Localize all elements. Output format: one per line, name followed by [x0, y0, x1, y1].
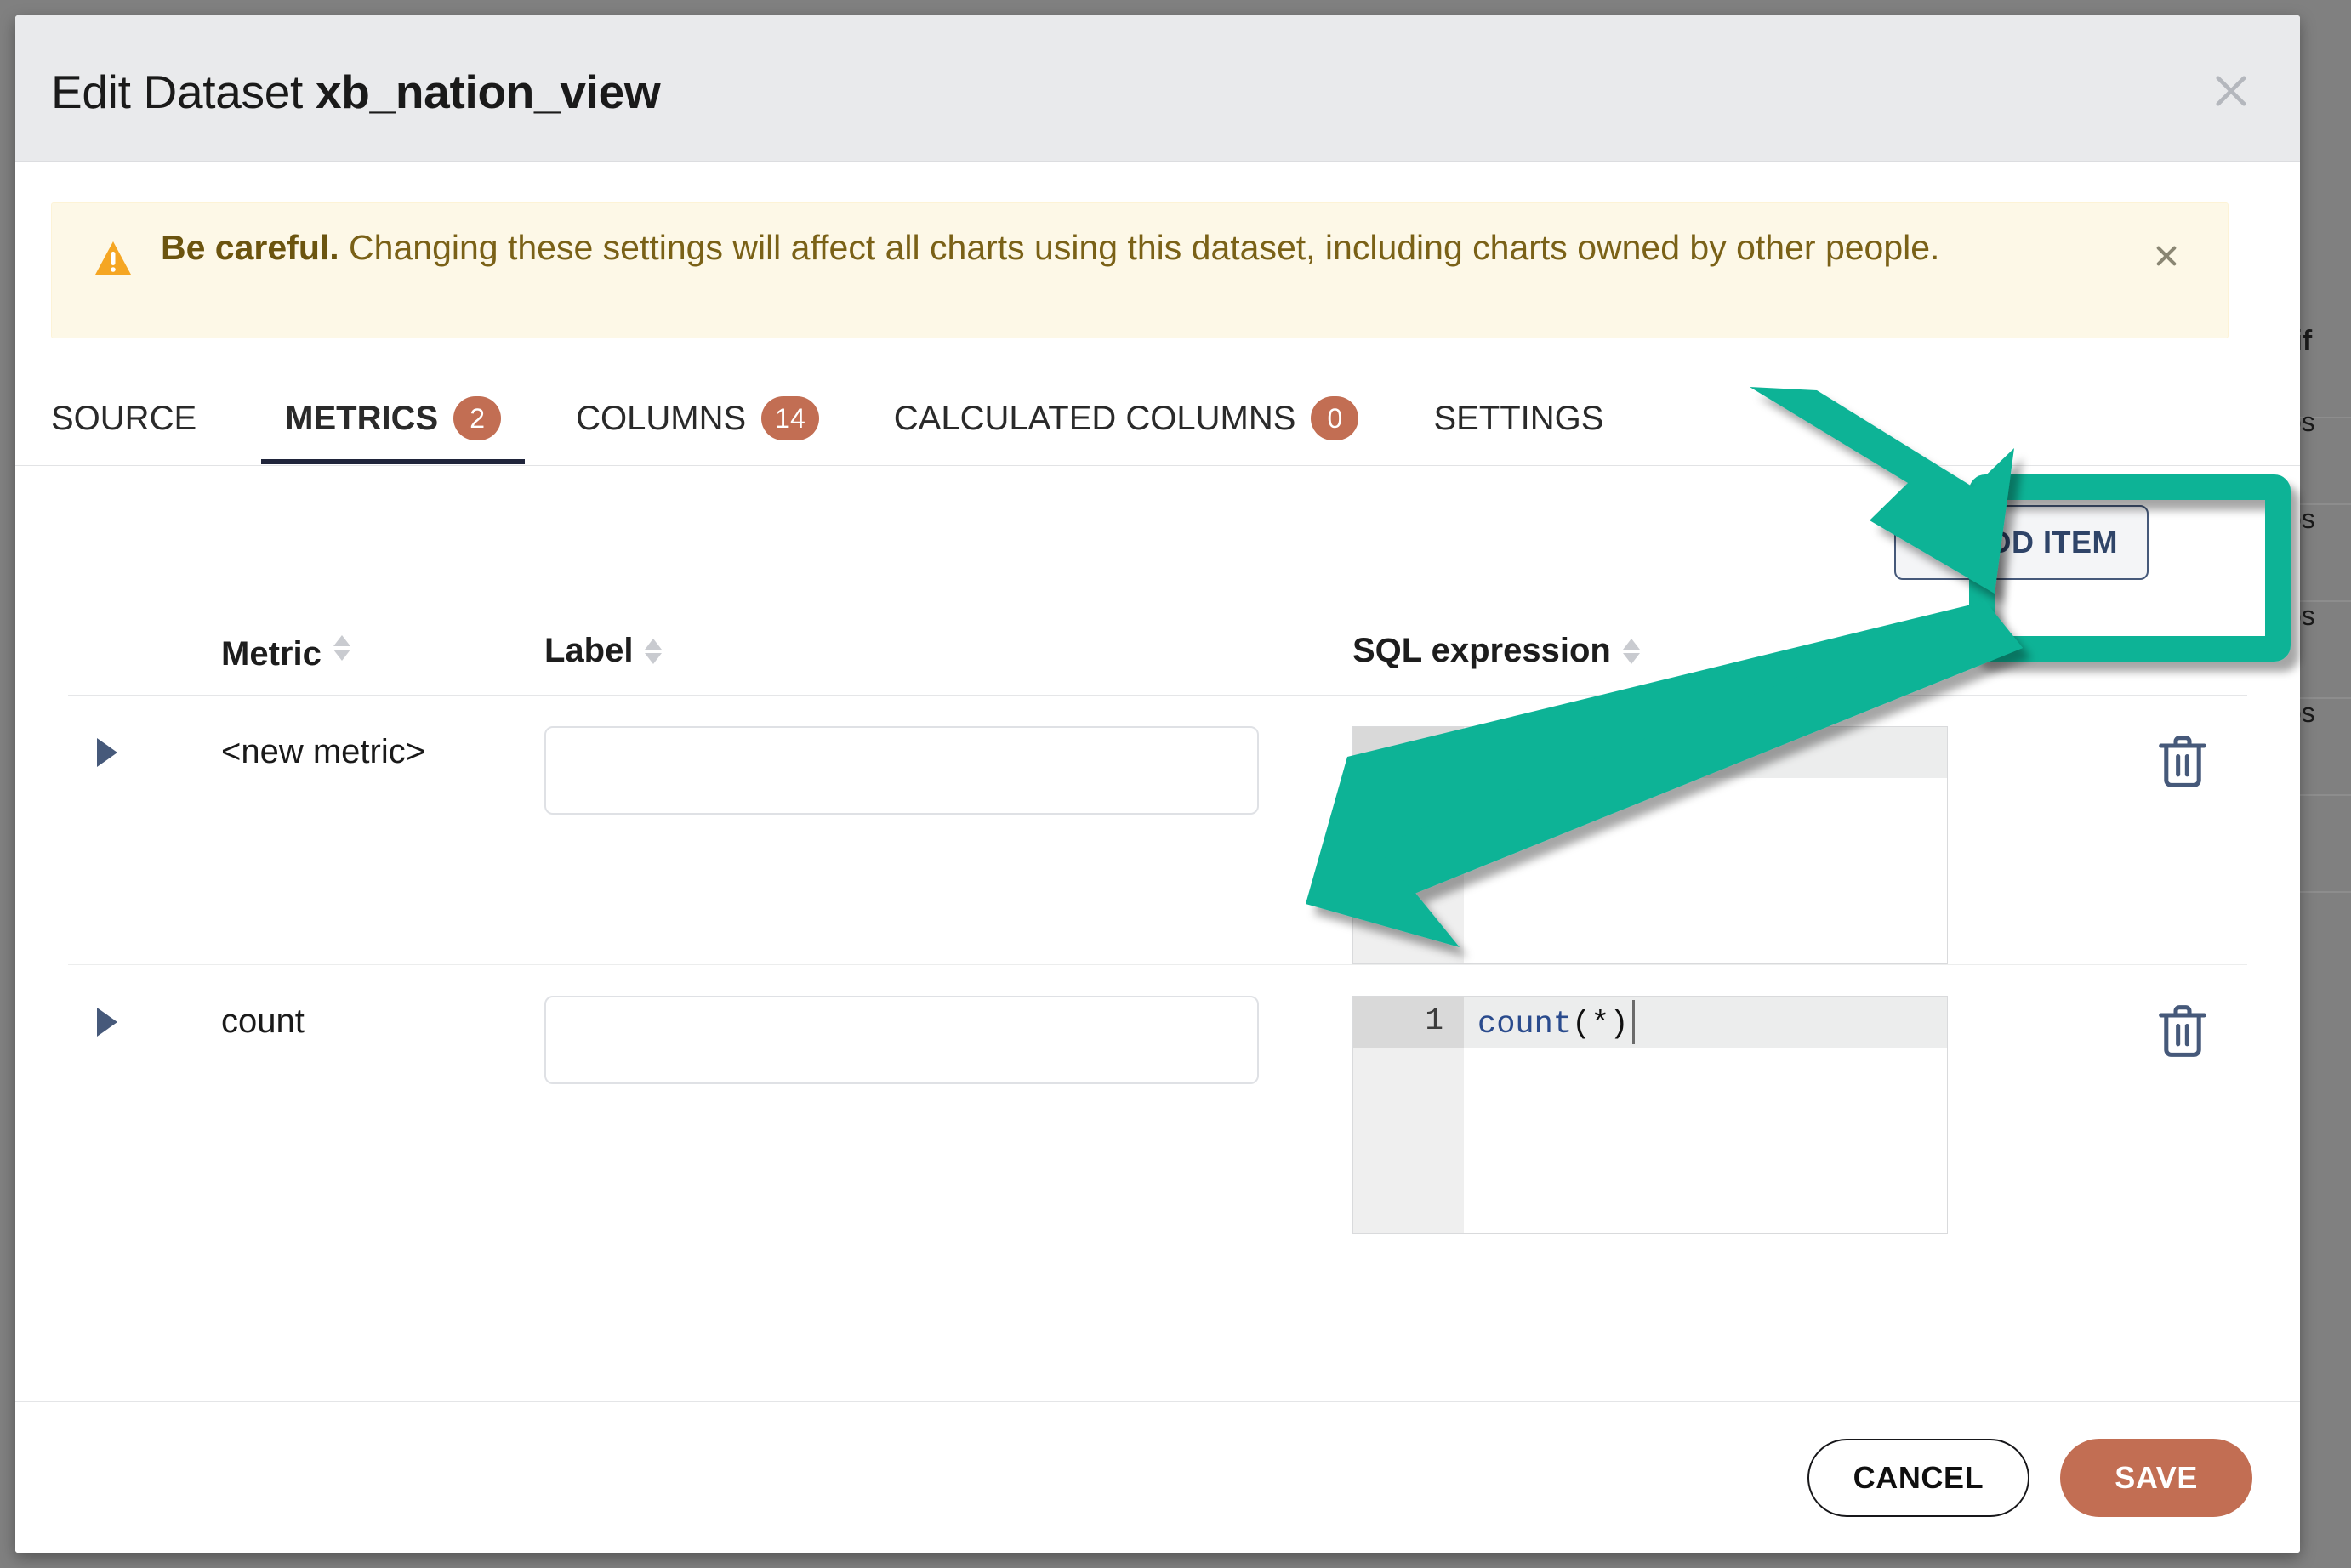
- metric-name: <new metric>: [221, 733, 425, 771]
- sql-cell: 1 count(*): [1352, 984, 2118, 1234]
- metric-label-input[interactable]: [544, 996, 1259, 1084]
- alert-strong-text: Be careful.: [161, 228, 339, 267]
- column-header-label: Label: [544, 632, 633, 670]
- column-header-metric[interactable]: Metric: [68, 616, 544, 673]
- sql-code: count(*): [1477, 1002, 1629, 1048]
- metrics-table: Metric Label SQL expression: [68, 595, 2247, 1234]
- screen: lif os os os os Edit Dataset xb_nation_v…: [0, 0, 2351, 1568]
- sql-cell: 1: [1352, 714, 2118, 964]
- tab-metrics[interactable]: METRICS 2: [261, 372, 525, 464]
- chevron-right-icon[interactable]: [68, 733, 221, 767]
- tab-label: COLUMNS: [576, 400, 746, 438]
- tab-label: SETTINGS: [1433, 400, 1603, 438]
- column-header-label: SQL expression: [1352, 632, 1611, 670]
- editor-active-line: [1464, 727, 1948, 778]
- tab-label: METRICS: [285, 400, 438, 438]
- cancel-button[interactable]: CANCEL: [1807, 1439, 2030, 1517]
- label-cell: [544, 714, 1352, 815]
- column-header-label: Metric: [221, 635, 322, 673]
- tab-settings[interactable]: SETTINGS: [1409, 372, 1627, 464]
- status-badge: 2: [453, 396, 501, 440]
- sort-icon[interactable]: [645, 639, 662, 664]
- text-caret: [1477, 730, 1480, 775]
- trash-icon[interactable]: [2155, 733, 2210, 793]
- modal-header: Edit Dataset xb_nation_view: [15, 15, 2300, 162]
- sort-icon[interactable]: [333, 635, 350, 661]
- page-title: Edit Dataset xb_nation_view: [51, 65, 660, 119]
- tab-label: SOURCE: [51, 400, 196, 438]
- metric-cell: count: [68, 984, 544, 1041]
- tab-source[interactable]: SOURCE: [51, 372, 220, 464]
- column-header-sql-expression[interactable]: SQL expression: [1352, 620, 2118, 670]
- warning-alert: Be careful. Changing these settings will…: [51, 202, 2229, 338]
- tab-label: CALCULATED COLUMNS: [894, 400, 1296, 438]
- editor-line-number: 1: [1353, 1003, 1443, 1038]
- table-row: count 1 count(*): [68, 965, 2247, 1234]
- dataset-tabs: SOURCE METRICS 2 COLUMNS 14 CALCULATED C…: [15, 372, 2300, 466]
- actions-cell: [2118, 984, 2247, 1062]
- column-header-label-col[interactable]: Label: [544, 620, 1352, 670]
- close-icon[interactable]: [2149, 239, 2183, 273]
- metric-cell: <new metric>: [68, 714, 544, 771]
- modal-body: Be careful. Changing these settings will…: [15, 162, 2300, 1401]
- sql-token-punctuation: (*): [1572, 1007, 1629, 1042]
- warning-triangle-icon: [93, 239, 134, 280]
- alert-message: Be careful. Changing these settings will…: [161, 224, 2117, 272]
- status-badge: 0: [1311, 396, 1358, 440]
- metric-label-input[interactable]: [544, 726, 1259, 815]
- metric-name: count: [221, 1003, 305, 1041]
- column-header-actions: [2118, 636, 2247, 655]
- add-item-label: ADD ITEM: [1967, 525, 2118, 560]
- sql-token-function: count: [1477, 1007, 1572, 1042]
- toolbar: + ADD ITEM: [15, 466, 2300, 602]
- status-badge: 14: [761, 396, 819, 440]
- trash-icon[interactable]: [2155, 1003, 2210, 1062]
- actions-cell: [2118, 714, 2247, 793]
- alert-body-text: Changing these settings will affect all …: [339, 228, 1940, 267]
- tab-calculated-columns[interactable]: CALCULATED COLUMNS 0: [870, 372, 1383, 464]
- edit-dataset-modal: Edit Dataset xb_nation_view Be careful. …: [15, 15, 2300, 1553]
- close-icon[interactable]: [2203, 63, 2259, 119]
- save-button[interactable]: SAVE: [2060, 1439, 2252, 1517]
- modal-title-prefix: Edit Dataset: [51, 65, 316, 118]
- sort-icon[interactable]: [1623, 639, 1640, 664]
- chevron-right-icon[interactable]: [68, 1003, 221, 1037]
- text-caret: [1632, 1000, 1635, 1044]
- add-item-button[interactable]: + ADD ITEM: [1894, 505, 2149, 580]
- table-header-row: Metric Label SQL expression: [68, 595, 2247, 696]
- modal-footer: CANCEL SAVE: [15, 1401, 2300, 1553]
- dataset-name: xb_nation_view: [316, 65, 660, 118]
- sql-expression-editor[interactable]: 1: [1352, 726, 1948, 964]
- sql-expression-editor[interactable]: 1 count(*): [1352, 996, 1948, 1234]
- plus-icon: +: [1925, 527, 1948, 559]
- tab-columns[interactable]: COLUMNS 14: [552, 372, 843, 464]
- table-row: <new metric> 1: [68, 696, 2247, 965]
- label-cell: [544, 984, 1352, 1084]
- editor-line-number: 1: [1353, 734, 1443, 769]
